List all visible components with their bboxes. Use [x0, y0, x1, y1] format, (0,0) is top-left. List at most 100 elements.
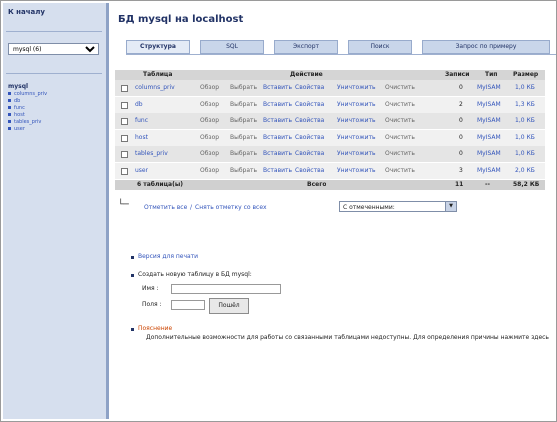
size-value[interactable]: 1,0 КБ	[515, 83, 535, 93]
action-link[interactable]: Вставить	[263, 133, 292, 143]
tab-export[interactable]: Экспорт	[274, 40, 338, 54]
table-name-input[interactable]	[171, 284, 281, 294]
action-link[interactable]: Свойства	[295, 100, 324, 110]
create-table-label: Создать новую таблицу в БД mysql:	[138, 271, 252, 278]
action-link[interactable]: Свойства	[295, 116, 324, 126]
row-checkbox[interactable]	[121, 134, 128, 142]
action-link[interactable]: Уничтожить	[337, 116, 376, 126]
home-link[interactable]: К началу	[8, 8, 45, 16]
table-icon	[8, 113, 11, 116]
with-selected-select[interactable]: С отмеченными: ▼	[339, 201, 457, 212]
action-link[interactable]: Уничтожить	[337, 83, 376, 93]
size-value[interactable]: 1,0 КБ	[515, 116, 535, 126]
action-link[interactable]: Вставить	[263, 166, 292, 176]
action-link[interactable]: Обзор	[200, 149, 219, 159]
action-link[interactable]: Вставить	[263, 100, 292, 110]
action-link[interactable]: Выбрать	[230, 133, 257, 143]
print-view-link[interactable]: Версия для печати	[138, 253, 198, 260]
database-select[interactable]: mysql (6)	[8, 43, 99, 55]
bullet-icon	[131, 274, 134, 277]
table-footer-row: 6 таблица(ы) Всего 11 -- 58,2 КБ	[115, 180, 545, 190]
action-link[interactable]: Выбрать	[230, 149, 257, 159]
tab-sql[interactable]: SQL	[200, 40, 264, 54]
left-table-item[interactable]: db	[8, 98, 47, 105]
action-link[interactable]: Обзор	[200, 133, 219, 143]
tab-query-by-example[interactable]: Запрос по примеру	[422, 40, 550, 54]
table-icon	[8, 92, 11, 95]
action-link[interactable]: Очистить	[385, 166, 415, 176]
action-link[interactable]: Вставить	[263, 116, 292, 126]
action-link[interactable]: Свойства	[295, 149, 324, 159]
action-link[interactable]: Очистить	[385, 149, 415, 159]
action-link[interactable]: Уничтожить	[337, 133, 376, 143]
action-link[interactable]: Очистить	[385, 100, 415, 110]
action-link[interactable]: Обзор	[200, 166, 219, 176]
table-name-link[interactable]: columns_priv	[135, 83, 175, 93]
name-label: Имя :	[142, 285, 159, 292]
row-checkbox[interactable]	[121, 118, 128, 126]
header-table: Таблица	[143, 71, 173, 78]
left-table-list: columns_priv db func host tables_priv us…	[8, 91, 47, 133]
action-link[interactable]: Уничтожить	[337, 149, 376, 159]
table-name-link[interactable]: db	[135, 100, 143, 110]
tab-search[interactable]: Поиск	[348, 40, 412, 54]
action-link[interactable]: Очистить	[385, 83, 415, 93]
records-value: 3	[459, 167, 463, 174]
action-link[interactable]: Очистить	[385, 116, 415, 126]
go-button[interactable]: Пошёл	[209, 298, 249, 314]
table-icon	[8, 99, 11, 102]
action-link[interactable]: Обзор	[200, 83, 219, 93]
row-checkbox[interactable]	[121, 101, 128, 109]
left-table-item[interactable]: func	[8, 105, 47, 112]
fields-count-input[interactable]	[171, 300, 205, 310]
row-checkbox[interactable]	[121, 85, 128, 92]
action-link[interactable]: Свойства	[295, 83, 324, 93]
database-name[interactable]: mysql	[8, 83, 28, 90]
table-name-link[interactable]: host	[135, 133, 148, 143]
fields-label: Поля :	[142, 301, 162, 308]
size-value[interactable]: 2,0 КБ	[515, 166, 535, 176]
action-link[interactable]: Уничтожить	[337, 166, 376, 176]
table-icon	[8, 127, 11, 130]
table-row: columns_priv Обзор Выбрать Вставить Свойства…	[115, 80, 545, 96]
table-name-link[interactable]: user	[135, 166, 148, 176]
tab-structure[interactable]: Структура	[126, 40, 190, 54]
size-value[interactable]: 1,0 КБ	[515, 149, 535, 159]
action-link[interactable]: Свойства	[295, 133, 324, 143]
size-value[interactable]: 1,3 КБ	[515, 100, 535, 110]
footer-records: 11	[455, 181, 464, 188]
action-link[interactable]: Вставить	[263, 83, 292, 93]
table-name-link[interactable]: func	[135, 116, 148, 126]
action-link[interactable]: Выбрать	[230, 83, 257, 93]
check-all-link[interactable]: Отметить все	[144, 204, 187, 211]
action-link[interactable]: Уничтожить	[337, 100, 376, 110]
left-table-item[interactable]: host	[8, 112, 47, 119]
link-separator: /	[190, 204, 193, 211]
type-value: MyISAM	[477, 150, 501, 158]
chevron-down-icon[interactable]: ▼	[445, 202, 456, 211]
action-link[interactable]: Очистить	[385, 133, 415, 143]
left-table-item[interactable]: user	[8, 126, 47, 133]
footer-size: 58,2 КБ	[513, 181, 540, 188]
action-link[interactable]: Вставить	[263, 149, 292, 159]
action-link[interactable]: Обзор	[200, 116, 219, 126]
left-divider	[6, 31, 102, 32]
table-icon	[8, 106, 11, 109]
action-link[interactable]: Выбрать	[230, 116, 257, 126]
table-name-link[interactable]: tables_priv	[135, 149, 168, 159]
left-table-item[interactable]: columns_priv	[8, 91, 47, 98]
action-link[interactable]: Свойства	[295, 166, 324, 176]
left-frame: К началу mysql (6) mysql columns_priv db…	[3, 3, 109, 419]
tip-text: Дополнительные возможности для работы со…	[146, 334, 549, 341]
action-link[interactable]: Выбрать	[230, 100, 257, 110]
left-divider	[6, 73, 102, 74]
row-checkbox[interactable]	[121, 151, 128, 159]
action-link[interactable]: Выбрать	[230, 166, 257, 176]
row-checkbox[interactable]	[121, 168, 128, 175]
left-table-item[interactable]: tables_priv	[8, 119, 47, 126]
header-type: Тип	[485, 71, 498, 78]
size-value[interactable]: 1,0 КБ	[515, 133, 535, 143]
action-link[interactable]: Обзор	[200, 100, 219, 110]
uncheck-all-link[interactable]: Снять отметку со всех	[195, 204, 267, 211]
type-value: MyISAM	[477, 84, 501, 91]
